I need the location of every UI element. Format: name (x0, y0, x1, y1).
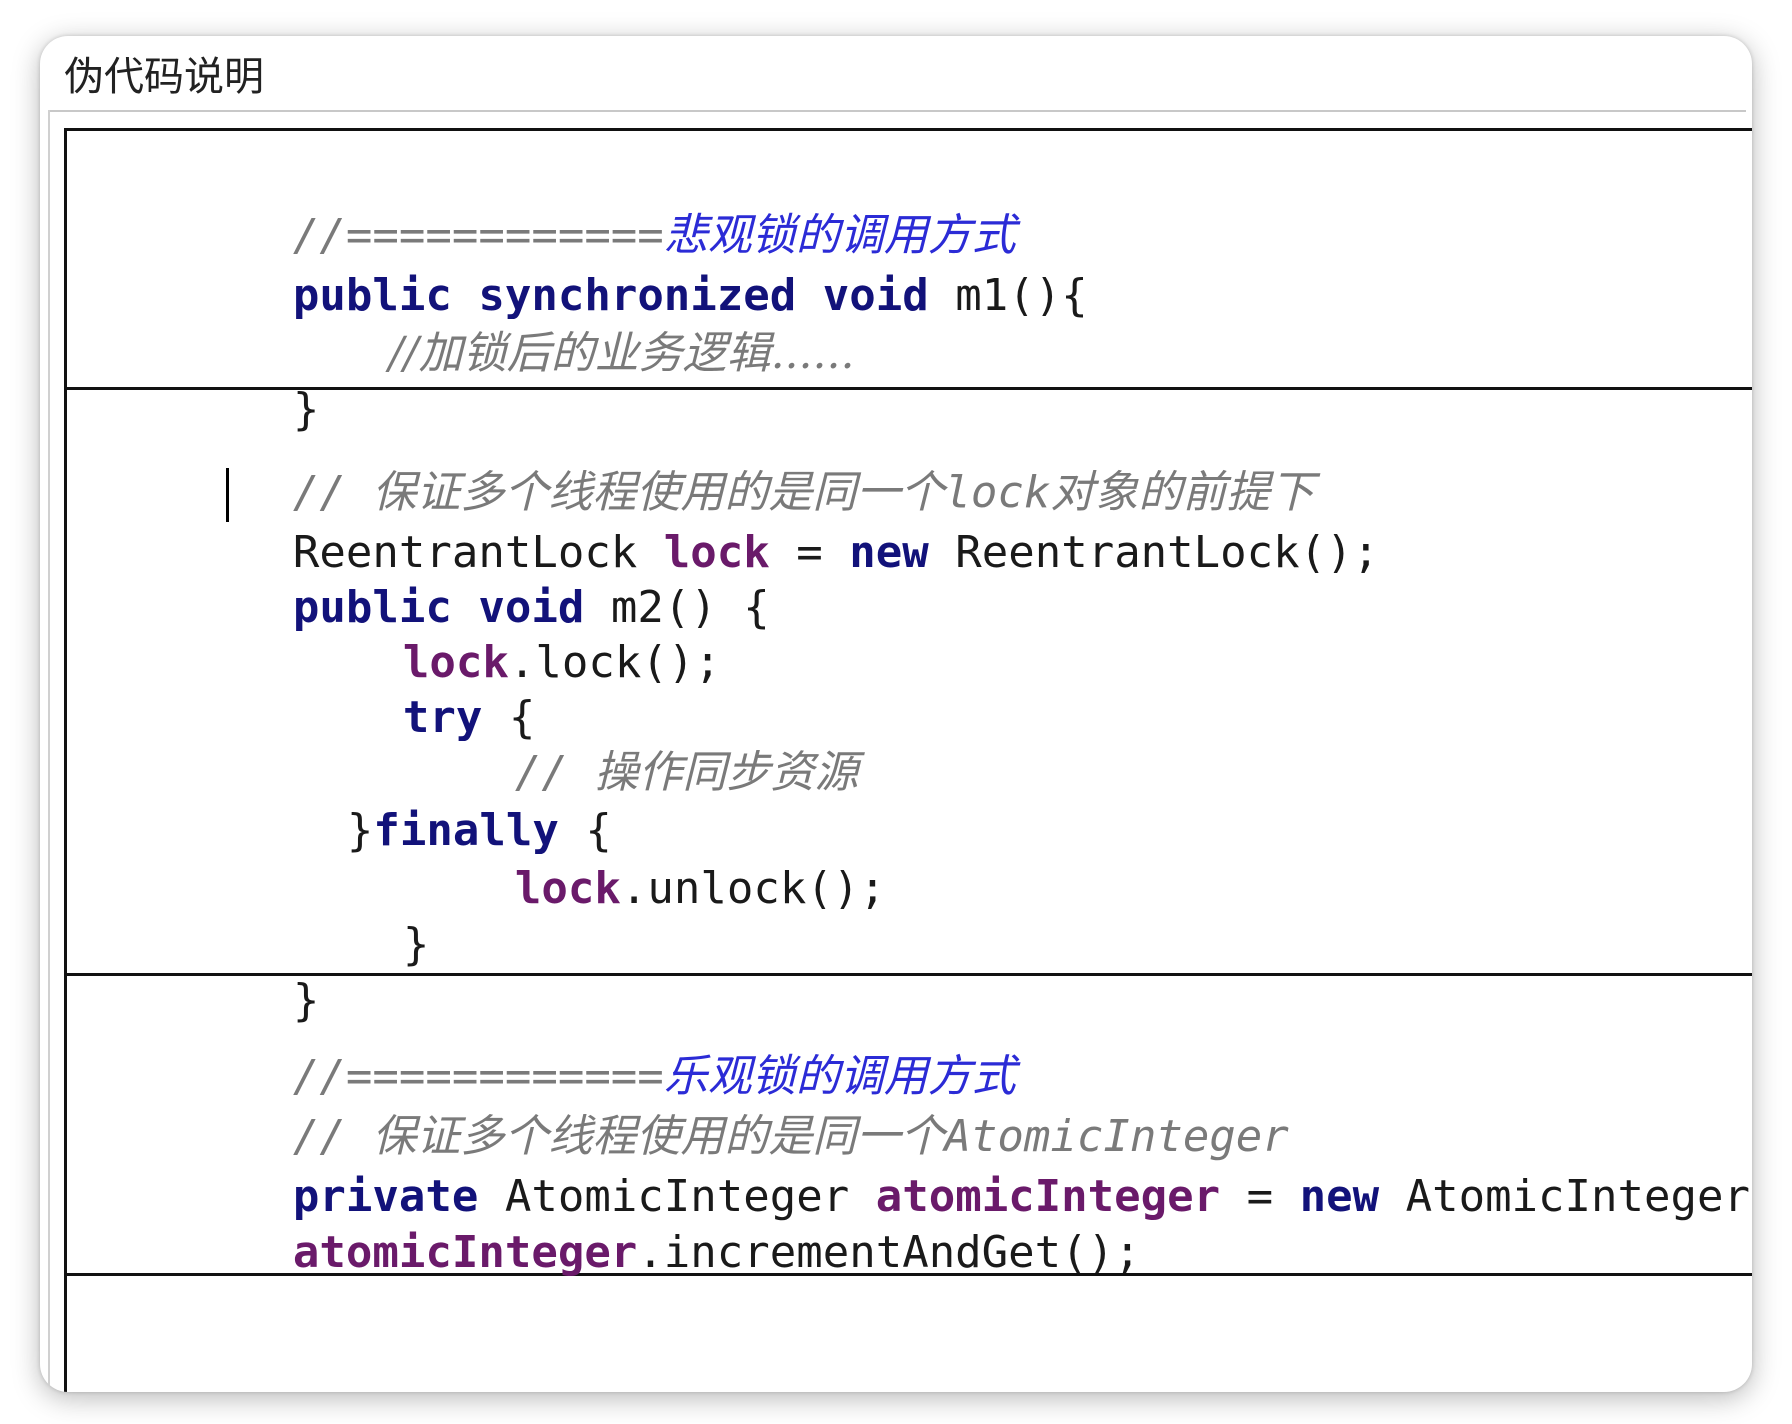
method-call: .incrementAndGet(); (637, 1227, 1141, 1278)
comment: //加锁后的业务逻辑...... (388, 328, 855, 379)
code-line: lock.unlock(); (303, 796, 886, 914)
code-line: } (191, 852, 430, 970)
code-line: } (81, 317, 320, 435)
code-line: }finally { (135, 738, 612, 856)
reentrant-lock-block: // 保证多个线程使用的是同一个lock对象的前提下 ReentrantLock… (67, 390, 1752, 1026)
field-name: lock (514, 863, 621, 914)
code-frame: //============悲观锁的调用方式 public synchroniz… (64, 128, 1752, 1392)
constructor-call: ReentrantLock(); (955, 527, 1380, 578)
operator: = (796, 527, 823, 578)
text-cursor (226, 468, 229, 522)
code-line: } (81, 908, 320, 1026)
pessimistic-lock-block: //============悲观锁的调用方式 public synchroniz… (67, 131, 1752, 435)
code-line[interactable]: ReentrantLock lock = new ReentrantLock()… (81, 460, 1379, 578)
constructor-call: AtomicInteger(); (1405, 1171, 1752, 1222)
window-title: 伪代码说明 (64, 54, 264, 100)
keyword: new (1299, 1171, 1380, 1222)
method-signature: m1(){ (955, 270, 1088, 321)
optimistic-lock-block: //============乐观锁的调用方式 // 保证多个线程使用的是同一个A… (67, 976, 1752, 1278)
code-line: lock.lock(); (191, 570, 721, 688)
code-line: // 保证多个线程使用的是同一个AtomicInteger (81, 1044, 1289, 1162)
closing-brace: } (402, 919, 430, 970)
code-line: public void m2() { (81, 515, 770, 633)
code-line: private AtomicInteger atomicInteger = ne… (81, 1104, 1752, 1222)
code-line: atomicInteger.incrementAndGet(); (81, 1160, 1141, 1278)
code-line: //============悲观锁的调用方式 (81, 143, 1016, 261)
title-divider (50, 110, 1746, 112)
code-line: //============乐观锁的调用方式 (81, 984, 1016, 1102)
code-window: 伪代码说明 //============悲观锁的调用方式 public sync… (40, 36, 1752, 1392)
code-line: // 保证多个线程使用的是同一个lock对象的前提下 (81, 400, 1314, 518)
field-name: atomicInteger (292, 1227, 638, 1278)
window-left-edge (48, 110, 50, 1392)
operator: = (1246, 1171, 1274, 1222)
code-line: //加锁后的业务逻辑...... (177, 261, 855, 379)
code-line: try { (191, 625, 535, 743)
method-call: .unlock(); (620, 863, 886, 914)
keyword: new (849, 527, 929, 578)
code-line: public synchronized void m1(){ (81, 203, 1088, 321)
code-line: // 操作同步资源 (303, 680, 858, 798)
comment: 操作同步资源 (594, 747, 859, 798)
